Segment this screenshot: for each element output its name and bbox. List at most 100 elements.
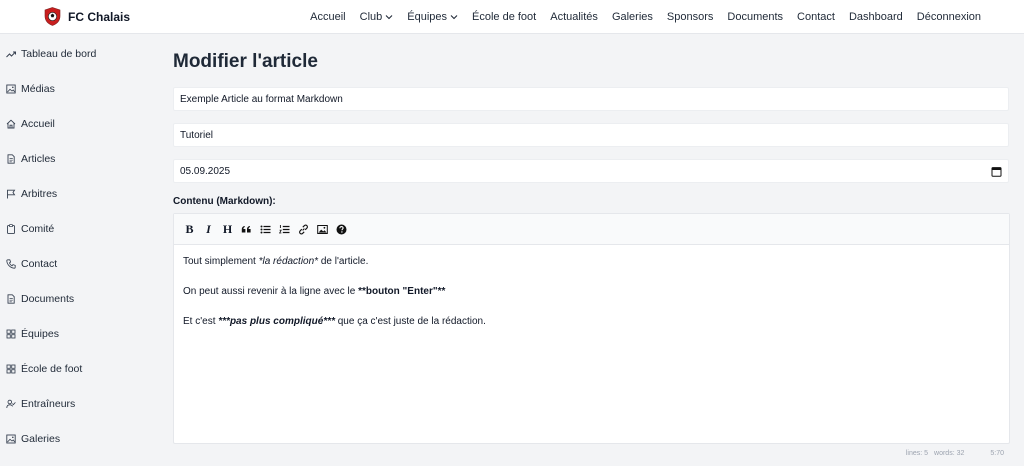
editor-line-3: Et c'est ***pas plus compliqué*** que ça… xyxy=(183,315,1000,329)
nav-sponsors[interactable]: Sponsors xyxy=(667,11,713,23)
user-check-icon xyxy=(6,399,16,409)
sidebar-item-documents[interactable]: Documents xyxy=(6,293,74,305)
content-label: Contenu (Markdown): xyxy=(173,196,276,207)
status-cursor: 5:70 xyxy=(990,450,1004,457)
page-title: Modifier l'article xyxy=(173,51,318,72)
quote-icon xyxy=(241,225,251,232)
link-button[interactable] xyxy=(297,222,310,236)
nav-actualites[interactable]: Actualités xyxy=(550,11,598,23)
article-date-input[interactable]: 05.09.2025 xyxy=(173,159,1009,183)
nav-label: Club xyxy=(359,11,383,23)
editor-toolbar: B I H xyxy=(174,214,1009,245)
article-title-input[interactable]: Exemple Article au format Markdown xyxy=(173,87,1009,111)
bold-button[interactable]: B xyxy=(183,222,196,236)
top-navbar: FC Chalais Accueil Club Équipes École de… xyxy=(0,0,1024,34)
sidebar-item-label: Médias xyxy=(21,83,55,95)
heading-button[interactable]: H xyxy=(221,222,234,236)
image-icon xyxy=(6,434,16,444)
club-crest-icon xyxy=(44,7,61,26)
sidebar-item-contact[interactable]: Contact xyxy=(6,258,57,270)
nav-label: Déconnexion xyxy=(916,11,981,23)
home-icon xyxy=(6,119,16,129)
help-button[interactable] xyxy=(335,222,348,236)
nav-label: Documents xyxy=(727,11,784,23)
unordered-list-icon xyxy=(260,225,271,233)
nav-equipes[interactable]: Équipes xyxy=(407,11,458,23)
nav-club[interactable]: Club xyxy=(360,11,394,23)
nav-documents[interactable]: Documents xyxy=(727,11,783,23)
nav-dashboard[interactable]: Dashboard xyxy=(849,11,903,23)
sidebar-item-ecole-de-foot[interactable]: École de foot xyxy=(6,363,82,375)
chevron-down-icon xyxy=(385,15,393,20)
document-icon xyxy=(7,294,15,304)
ordered-list-icon xyxy=(279,224,290,233)
quote-button[interactable] xyxy=(240,222,253,236)
help-icon xyxy=(336,224,347,234)
grid-icon xyxy=(6,329,16,339)
sidebar-item-equipes[interactable]: Équipes xyxy=(6,328,59,340)
phone-icon xyxy=(6,259,16,269)
sidebar-item-entraineurs[interactable]: Entraîneurs xyxy=(6,398,75,410)
grid-icon xyxy=(6,364,16,374)
sidebar-item-galeries[interactable]: Galeries xyxy=(6,433,60,445)
main-nav: Accueil Club Équipes École de foot Actua… xyxy=(310,0,981,34)
sidebar-item-label: Comité xyxy=(21,223,55,235)
article-title-value: Exemple Article au format Markdown xyxy=(180,93,343,105)
document-icon xyxy=(7,154,15,164)
calendar-icon[interactable] xyxy=(991,166,1002,177)
image-button[interactable] xyxy=(316,222,329,236)
line-bold-italic-text: ***pas plus compliqué*** xyxy=(218,316,335,327)
sidebar-item-medias[interactable]: Médias xyxy=(6,83,55,95)
admin-sidebar: Tableau de bord Médias Accueil Articles … xyxy=(0,34,157,466)
sidebar-item-accueil[interactable]: Accueil xyxy=(6,118,55,130)
editor-line-2: On peut aussi revenir à la ligne avec le… xyxy=(183,285,1000,299)
image-icon xyxy=(317,224,328,234)
nav-galeries[interactable]: Galeries xyxy=(612,11,653,23)
nav-deconnexion[interactable]: Déconnexion xyxy=(917,11,981,23)
brand-name: FC Chalais xyxy=(68,9,131,24)
flag-icon xyxy=(7,189,16,199)
nav-label: Dashboard xyxy=(848,11,903,23)
editor-statusbar: lines: 5 words: 32 5:70 xyxy=(906,450,1004,457)
sidebar-item-label: Documents xyxy=(21,293,75,305)
article-date-value: 05.09.2025 xyxy=(180,165,231,177)
sidebar-item-label: Équipes xyxy=(21,328,59,340)
nav-label: École de foot xyxy=(472,11,537,23)
italic-button[interactable]: I xyxy=(202,222,215,236)
ordered-list-button[interactable] xyxy=(278,222,291,236)
nav-accueil[interactable]: Accueil xyxy=(310,11,345,23)
link-icon xyxy=(299,224,308,234)
markdown-editor: B I H Tout simplement *la rédaction* de … xyxy=(173,213,1010,444)
status-spacer xyxy=(970,450,984,457)
article-category-value: Tutoriel xyxy=(180,129,213,141)
sidebar-item-label: Articles xyxy=(21,153,56,165)
unordered-list-button[interactable] xyxy=(259,222,272,236)
trending-up-icon xyxy=(6,51,16,58)
editor-text-area[interactable]: Tout simplement *la rédaction* de l'arti… xyxy=(174,245,1009,355)
article-category-input[interactable]: Tutoriel xyxy=(173,123,1009,147)
sidebar-item-label: École de foot xyxy=(21,363,83,375)
nav-label: Sponsors xyxy=(666,11,714,23)
image-icon xyxy=(6,84,16,94)
line-text: Et c'est xyxy=(183,316,219,327)
brand[interactable]: FC Chalais xyxy=(44,7,130,26)
sidebar-item-articles[interactable]: Articles xyxy=(6,153,55,165)
sidebar-item-label: Arbitres xyxy=(21,188,58,200)
status-words: words: 32 xyxy=(934,450,965,457)
line-text: de l'article. xyxy=(318,256,369,267)
nav-ecole-de-foot[interactable]: École de foot xyxy=(472,11,536,23)
sidebar-item-label: Galeries xyxy=(21,433,61,445)
sidebar-item-label: Entraîneurs xyxy=(21,398,76,410)
sidebar-item-arbitres[interactable]: Arbitres xyxy=(6,188,57,200)
nav-label: Équipes xyxy=(407,11,448,23)
line-text: On peut aussi revenir à la ligne avec le xyxy=(183,286,359,297)
sidebar-item-comite[interactable]: Comité xyxy=(6,223,54,235)
status-lines: lines: 5 xyxy=(905,450,929,457)
sidebar-item-label: Accueil xyxy=(21,118,55,130)
nav-label: Actualités xyxy=(550,11,598,23)
nav-contact[interactable]: Contact xyxy=(797,11,835,23)
sidebar-item-label: Contact xyxy=(21,258,58,270)
main-content: Modifier l'article Exemple Article au fo… xyxy=(157,34,1024,466)
bold-label: B xyxy=(185,221,194,236)
sidebar-item-tableau-de-bord[interactable]: Tableau de bord xyxy=(6,48,96,60)
